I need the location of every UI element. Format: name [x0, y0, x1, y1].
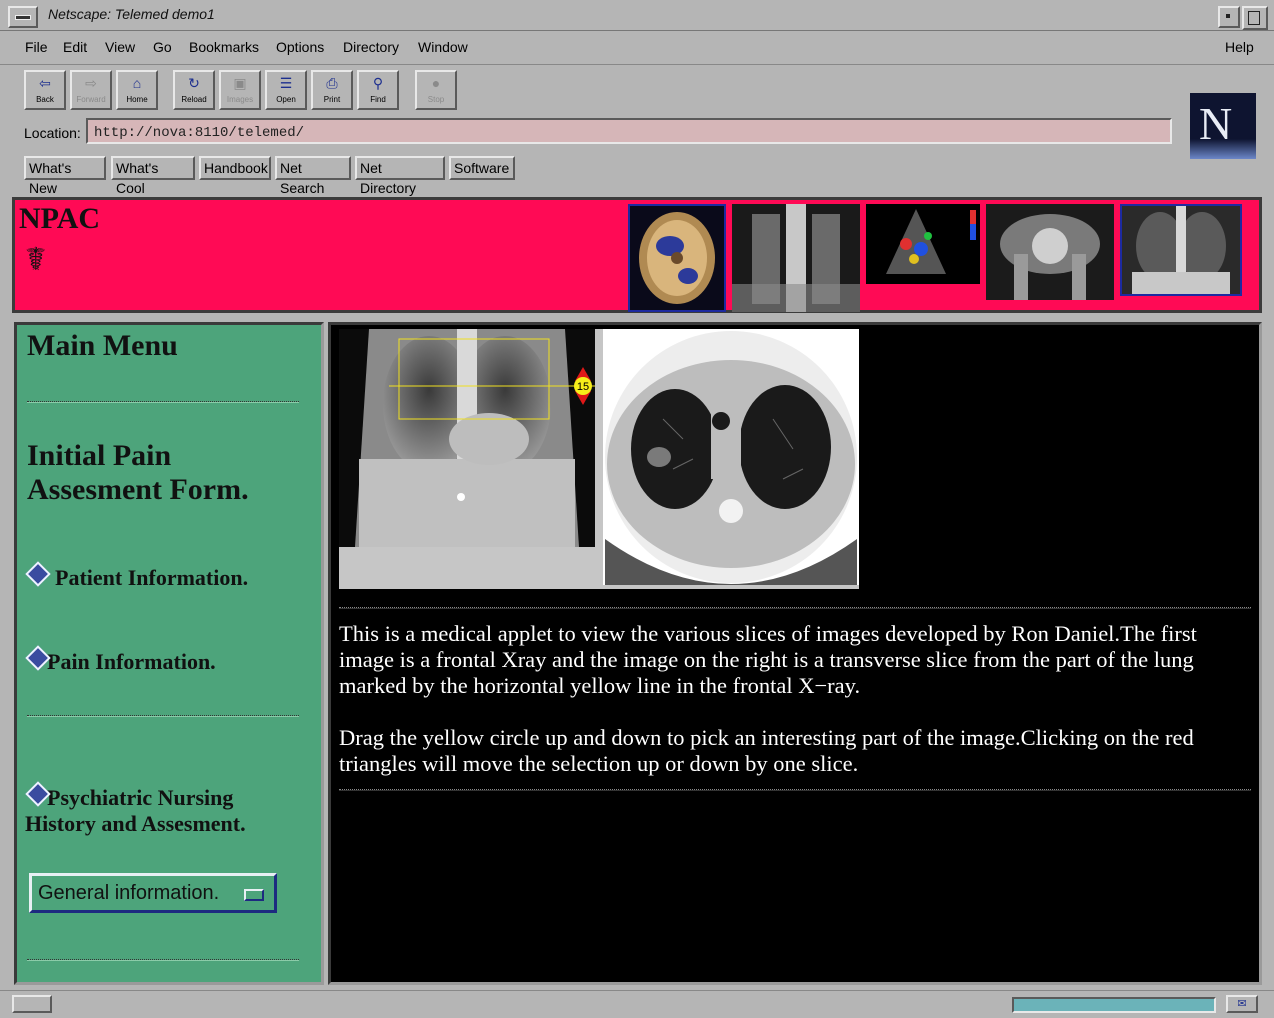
- security-key-icon: [12, 995, 52, 1013]
- open-label: Open: [276, 95, 296, 104]
- cardiac-doppler-thumbnail[interactable]: [866, 204, 980, 284]
- home-button[interactable]: ⌂ Home: [116, 70, 158, 110]
- forward-button[interactable]: ⇨ Forward: [70, 70, 112, 110]
- menu-edit[interactable]: Edit: [63, 39, 87, 55]
- left-menu-frame: Main Menu Initial Pain Assesment Form. P…: [14, 322, 324, 985]
- netscape-logo[interactable]: N: [1190, 93, 1256, 159]
- whats-new-button[interactable]: What's New: [24, 156, 106, 196]
- form-title-line2: Assesment Form.: [27, 473, 249, 506]
- stop-button[interactable]: ● Stop: [415, 70, 457, 110]
- reload-label: Reload: [181, 95, 207, 104]
- menu-bar: File Edit View Go Bookmarks Options Dire…: [0, 32, 1274, 65]
- description-paragraph-1: This is a medical applet to view the var…: [339, 621, 1197, 698]
- window-menu-button[interactable]: [8, 6, 38, 28]
- find-label: Find: [370, 95, 386, 104]
- menu-bookmarks[interactable]: Bookmarks: [189, 39, 259, 55]
- logo-letter: N: [1199, 98, 1233, 149]
- general-information-select[interactable]: General information.: [29, 873, 277, 913]
- status-bar: ✉: [0, 990, 1274, 1018]
- divider: [27, 401, 299, 403]
- menu-options[interactable]: Options: [276, 39, 324, 55]
- chest-xray-thumbnail[interactable]: [1120, 204, 1242, 296]
- menu-window[interactable]: Window: [418, 39, 468, 55]
- diamond-bullet-icon: [25, 561, 51, 587]
- menu-directory[interactable]: Directory: [343, 39, 399, 55]
- description-paragraph-2: Drag the yellow circle up and down to pi…: [339, 725, 1194, 776]
- menu-help[interactable]: Help: [1225, 39, 1254, 55]
- content-frame: 15 This is a medical applet to view the …: [328, 322, 1262, 985]
- home-label: Home: [126, 95, 148, 104]
- npac-title: NPAC: [19, 202, 101, 235]
- open-button[interactable]: ☰ Open: [265, 70, 307, 110]
- menu-go[interactable]: Go: [153, 39, 172, 55]
- print-button[interactable]: ⎙ Print: [311, 70, 353, 110]
- location-input[interactable]: http://nova:8110/telemed/: [86, 118, 1172, 144]
- binoculars-icon: ⚲: [372, 75, 384, 91]
- divider: [339, 789, 1251, 791]
- menu-file[interactable]: File: [25, 39, 48, 55]
- find-button[interactable]: ⚲ Find: [357, 70, 399, 110]
- whats-cool-button[interactable]: What's Cool: [111, 156, 195, 196]
- window-title: Netscape: Telemed demo1: [48, 6, 215, 22]
- images-button[interactable]: ▣ Images: [219, 70, 261, 110]
- mail-icon[interactable]: ✉: [1226, 995, 1258, 1013]
- images-icon: ▣: [233, 75, 247, 91]
- forward-label: Forward: [76, 95, 106, 104]
- divider: [27, 959, 299, 961]
- caduceus-icon: ☤: [25, 241, 47, 277]
- divider: [27, 715, 299, 717]
- psychiatric-nursing-link[interactable]: Psychiatric Nursing History and Assesmen…: [25, 781, 246, 837]
- menu-view[interactable]: View: [105, 39, 135, 55]
- images-label: Images: [226, 95, 254, 104]
- handbook-button[interactable]: Handbook: [199, 156, 271, 180]
- form-title-line1: Initial Pain: [27, 439, 172, 472]
- patient-info-label: Patient Information.: [55, 565, 249, 590]
- main-menu-heading: Main Menu: [27, 329, 178, 362]
- option-menu-indicator-icon: [244, 889, 264, 901]
- maximize-button[interactable]: [1242, 6, 1268, 30]
- slice-number: 15: [577, 381, 589, 393]
- frontal-xray-image[interactable]: 15: [339, 329, 595, 547]
- patient-info-link[interactable]: Patient Information.: [25, 561, 249, 591]
- location-label: Location:: [24, 125, 81, 141]
- divider: [339, 607, 1251, 609]
- form-title: Initial Pain Assesment Form.: [27, 439, 249, 507]
- neck-mri-thumbnail[interactable]: [732, 204, 860, 312]
- progress-bar: [1012, 997, 1216, 1013]
- reload-icon: ↻: [188, 75, 200, 91]
- pain-info-link[interactable]: Pain Information.: [25, 645, 216, 675]
- psych-label-line2: History and Assesment.: [25, 811, 246, 836]
- slice-viewer-applet[interactable]: 15: [339, 329, 859, 589]
- psych-label-line1: Psychiatric Nursing: [47, 785, 234, 810]
- print-icon: ⎙: [326, 75, 338, 91]
- forward-arrow-icon: ⇨: [85, 75, 97, 91]
- print-label: Print: [323, 95, 341, 104]
- back-arrow-icon: ⇦: [39, 75, 51, 91]
- select-value: General information.: [38, 882, 220, 904]
- back-label: Back: [36, 95, 54, 104]
- net-directory-button[interactable]: Net Directory: [355, 156, 445, 196]
- minimize-button[interactable]: [1218, 6, 1240, 28]
- transverse-ct-slice-image[interactable]: [603, 329, 859, 585]
- head-scan-thumbnail[interactable]: [628, 204, 726, 312]
- software-button[interactable]: Software: [449, 156, 515, 180]
- stop-icon: ●: [431, 75, 441, 91]
- home-icon: ⌂: [132, 75, 142, 91]
- window-title-bar[interactable]: Netscape: Telemed demo1: [0, 0, 1274, 31]
- back-button[interactable]: ⇦ Back: [24, 70, 66, 110]
- pain-info-label: Pain Information.: [47, 649, 216, 674]
- net-search-button[interactable]: Net Search: [275, 156, 351, 196]
- banner-frame: NPAC ☤: [12, 197, 1262, 313]
- pelvis-mri-thumbnail[interactable]: [986, 204, 1114, 300]
- reload-button[interactable]: ↻ Reload: [173, 70, 215, 110]
- open-icon: ☰: [279, 75, 293, 91]
- stop-label: Stop: [427, 95, 445, 104]
